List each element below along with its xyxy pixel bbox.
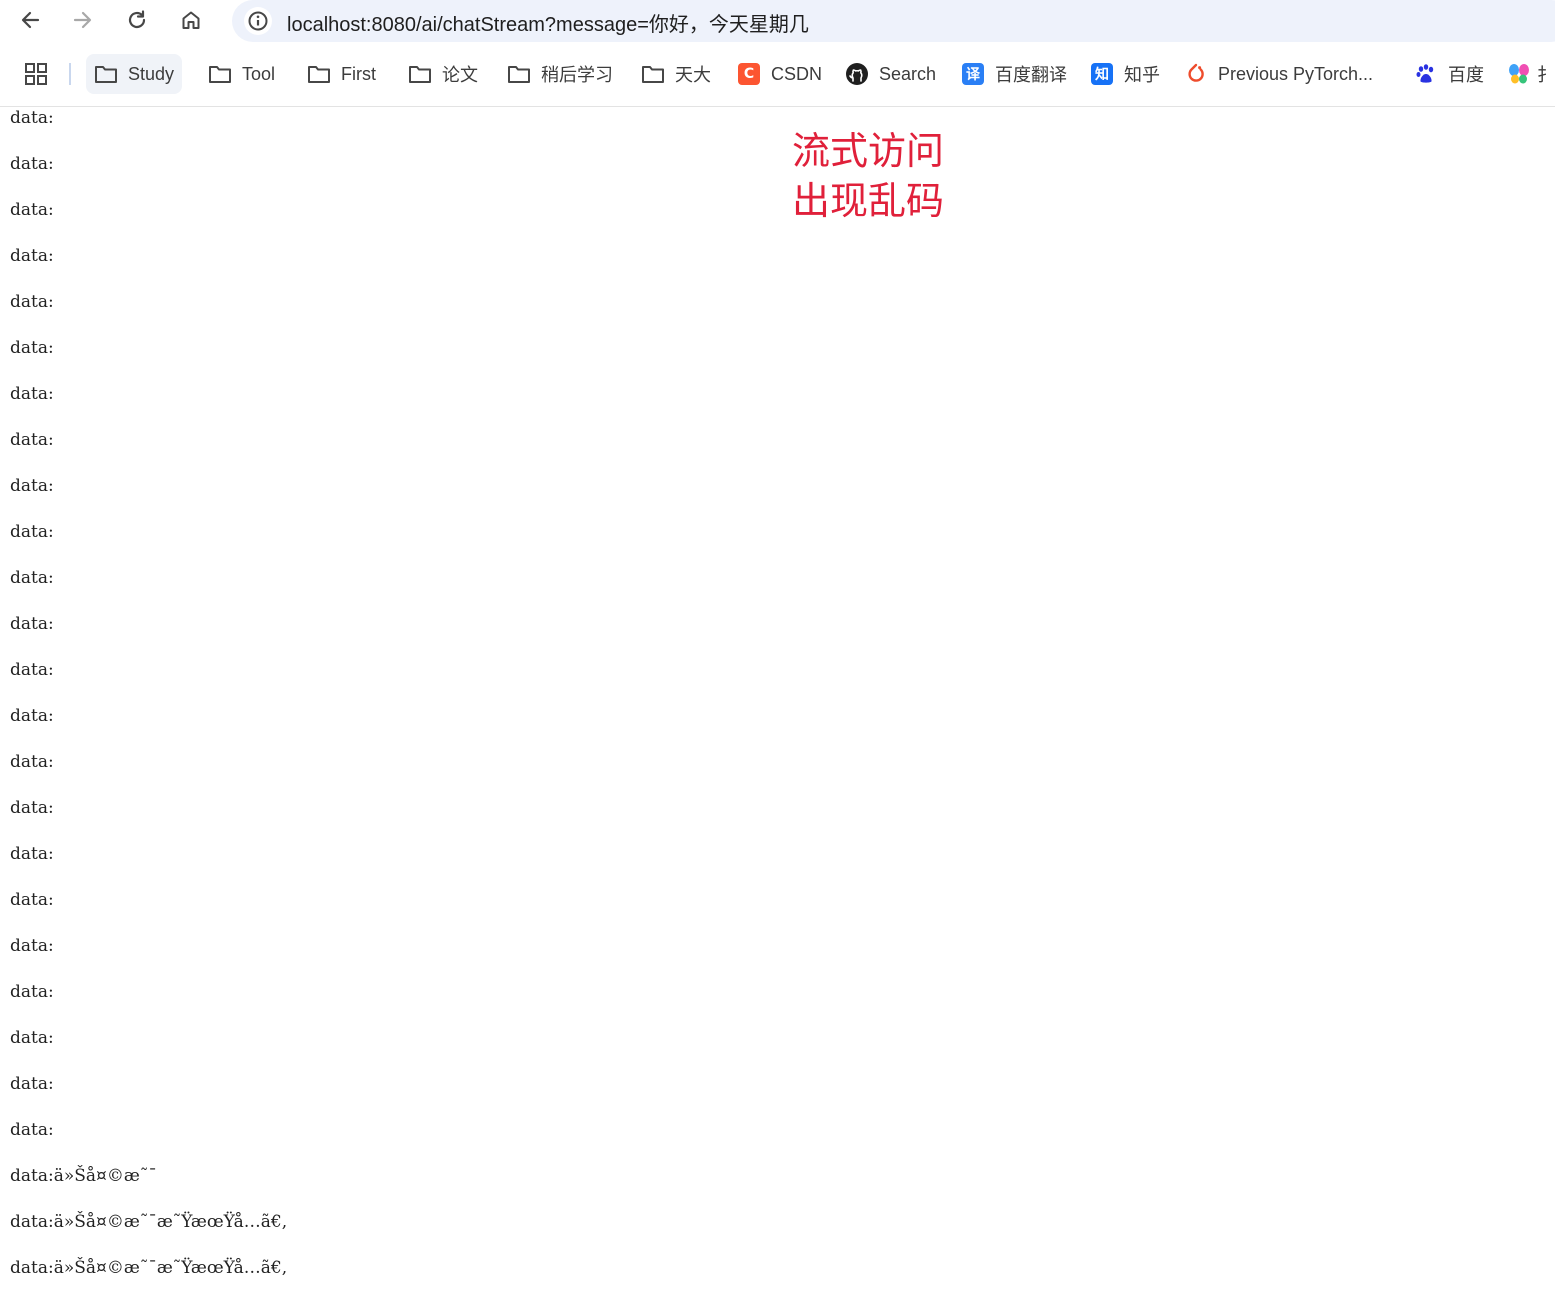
folder-icon [507,62,531,86]
stream-line: data: [10,614,54,634]
folder-icon [408,62,432,86]
stream-line: data:ä»Šå¤©æ˜¯ [10,1166,157,1186]
stream-line: data: [10,798,54,818]
red-annotation: 流式访问 出现乱码 [792,126,944,226]
bookmark-zhihu[interactable]: 知 知乎 [1090,54,1160,94]
bookmark-folder-first[interactable]: First [307,54,376,94]
stream-line: data: [10,476,54,496]
folder-icon [641,62,665,86]
stream-line: data: [10,1120,54,1140]
csdn-icon: C [737,62,761,86]
stream-line: data:ä»Šå¤©æ˜¯æ˜ŸæœŸå…­ã€‚ [10,1212,288,1232]
bookmark-label: Tool [242,63,276,84]
stream-line: data: [10,292,54,312]
bookmark-baidu-translate[interactable]: 译 百度翻译 [961,54,1067,94]
pytorch-icon [1184,62,1208,86]
baidu-translate-icon: 译 [961,62,985,86]
address-bar[interactable]: localhost:8080/ai/chatStream?message=你好，… [232,0,1555,42]
butterfly-icon [1507,62,1531,86]
stream-line: data: [10,982,54,1002]
annotation-line-2: 出现乱码 [792,179,945,223]
stream-line: data: [10,108,54,128]
bookmark-label: First [341,63,376,84]
site-info-button[interactable] [244,7,272,35]
bookmark-label: 稍后学习 [541,65,613,85]
stream-line: data: [10,844,54,864]
bookmark-pytorch[interactable]: Previous PyTorch... [1184,54,1373,94]
bookmark-label: 百度翻译 [995,65,1067,85]
reload-icon [128,10,146,29]
stream-line: data: [10,338,54,358]
bookmark-folder-study[interactable]: Study [86,54,183,94]
bookmark-folder-read-later[interactable]: 稍后学习 [507,54,613,94]
stream-line: data: [10,1074,54,1094]
bookmark-github-search[interactable]: Search [845,54,936,94]
home-button[interactable] [174,3,208,37]
bookmarks-divider [69,63,71,85]
bookmark-label: 百度 [1448,65,1484,85]
forward-arrow-icon [73,11,92,29]
baidu-paw-icon [1414,62,1438,86]
apps-grid-icon [25,63,47,85]
home-icon [182,11,200,29]
stream-line: data: [10,660,54,680]
back-arrow-icon [21,11,40,29]
github-icon [845,62,869,86]
bookmark-label: Study [128,63,175,84]
folder-icon [94,62,118,86]
reload-button[interactable] [120,3,154,37]
back-button[interactable] [13,3,47,37]
bookmarks-bar: Study Tool First 论文 稍后学习 天大 C CSDN Searc [0,54,1555,98]
stream-line: data: [10,384,54,404]
url-text[interactable]: localhost:8080/ai/chatStream?message=你好，… [287,8,809,37]
folder-icon [208,62,232,86]
bookmark-csdn[interactable]: C CSDN [737,54,822,94]
stream-line: data: [10,246,54,266]
stream-line: data: [10,706,54,726]
zhihu-icon: 知 [1090,62,1114,86]
bookmark-label: Search [879,63,937,84]
stream-line: data: [10,936,54,956]
stream-line: data: [10,430,54,450]
bookmark-baidu[interactable]: 百度 [1414,54,1484,94]
stream-line: data: [10,752,54,772]
stream-line: data: [10,1028,54,1048]
annotation-line-1: 流式访问 [792,129,945,173]
site-info-icon [248,11,268,31]
stream-line: data: [10,890,54,910]
bookmark-overflow-item[interactable]: 扌 [1507,54,1555,94]
bookmark-label: 天大 [675,65,711,85]
bookmark-folder-papers[interactable]: 论文 [408,54,478,94]
folder-icon [307,62,331,86]
forward-button[interactable] [66,3,100,37]
bookmark-folder-tianda[interactable]: 天大 [641,54,711,94]
bookmark-label: CSDN [771,63,823,84]
stream-line: data:ä»Šå¤©æ˜¯æ˜ŸæœŸå…­ã€‚ [10,1258,288,1278]
stream-line: data: [10,154,54,174]
bookmark-folder-tool[interactable]: Tool [208,54,275,94]
browser-chrome: localhost:8080/ai/chatStream?message=你好，… [0,0,1555,107]
stream-line: data: [10,200,54,220]
stream-line: data: [10,522,54,542]
bookmark-label: 知乎 [1124,65,1160,85]
bookmark-label: 论文 [442,65,478,85]
bookmark-label: Previous PyTorch... [1218,63,1374,84]
bookmark-label: 扌 [1537,65,1555,85]
stream-line: data: [10,568,54,588]
apps-button[interactable] [24,54,48,94]
